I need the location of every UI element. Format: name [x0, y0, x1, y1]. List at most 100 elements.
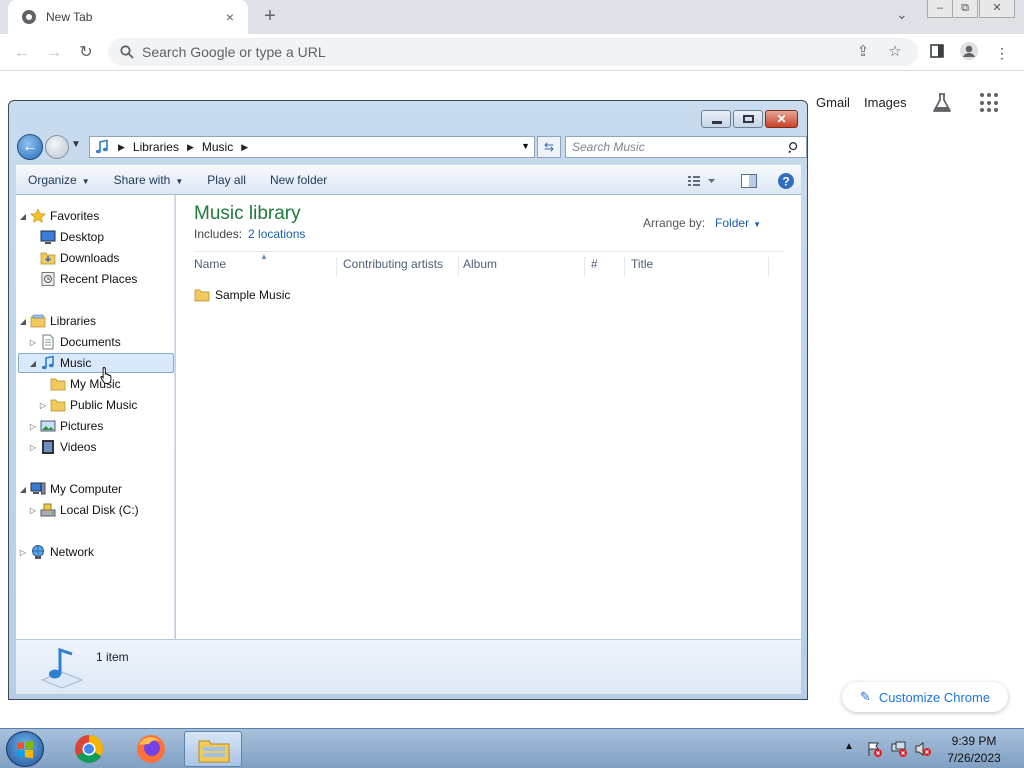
tree-item-pictures[interactable]: ▷ Pictures [28, 416, 103, 436]
new-tab-button[interactable]: + [260, 6, 280, 28]
column-header-title[interactable]: Title [631, 257, 769, 277]
tree-item-favorites[interactable]: ◢ Favorites [18, 206, 99, 226]
restore-button[interactable]: ⧉ [952, 0, 978, 18]
column-header-album[interactable]: Album [463, 257, 585, 277]
images-link[interactable]: Images [864, 95, 907, 110]
tree-label: Pictures [60, 419, 104, 433]
volume-muted-icon[interactable] [914, 740, 932, 758]
breadcrumb-arrow-icon[interactable]: ▶ [118, 142, 125, 153]
tree-item-my-computer[interactable]: ◢ My Computer [18, 479, 122, 499]
column-header-number[interactable]: # [591, 257, 625, 277]
recent-pages-dropdown-icon[interactable]: ▼ [71, 139, 81, 150]
taskbar-chrome[interactable] [60, 731, 118, 767]
network-status-icon[interactable] [890, 740, 908, 758]
tree-item-libraries[interactable]: ◢ Libraries [18, 311, 96, 331]
tree-item-public-music[interactable]: ▷ Public Music [38, 395, 137, 415]
preview-pane-icon[interactable] [740, 171, 758, 191]
arrange-by-value[interactable]: Folder [715, 216, 749, 230]
column-header-contributing-artists[interactable]: Contributing artists [343, 257, 459, 277]
tree-item-recent-places[interactable]: Recent Places [28, 269, 137, 289]
tree-item-desktop[interactable]: Desktop [28, 227, 104, 247]
tree-item-documents[interactable]: ▷ Documents [28, 332, 121, 352]
tree-label: Network [50, 545, 95, 559]
refresh-icon[interactable]: ⇆ [537, 136, 561, 158]
column-header-name[interactable]: Name [194, 257, 337, 277]
omnibox[interactable]: Search Google or type a URL ⇪ ☆ [108, 38, 918, 66]
labs-flask-icon[interactable] [931, 92, 953, 114]
address-dropdown-icon[interactable]: ▼ [521, 141, 530, 151]
tree-item-downloads[interactable]: Downloads [28, 248, 119, 268]
collapsed-arrow-icon[interactable]: ▷ [28, 443, 38, 452]
tab-close-icon[interactable]: × [222, 9, 238, 25]
expanded-arrow-icon[interactable]: ◢ [18, 485, 28, 494]
tree-label: Downloads [60, 251, 120, 265]
breadcrumb-music[interactable]: Music [202, 140, 233, 154]
explorer-window: ✕ ← ▼ ▶ Libraries ▶ Music ▶ ▼ ⇆ Search M… [8, 100, 808, 700]
help-icon[interactable]: ? [776, 171, 796, 191]
explorer-close-button[interactable]: ✕ [765, 110, 798, 128]
explorer-back-button[interactable]: ← [17, 134, 43, 160]
collapsed-arrow-icon[interactable]: ▷ [38, 401, 48, 410]
tree-item-videos[interactable]: ▷ Videos [28, 437, 96, 457]
collapsed-arrow-icon[interactable]: ▷ [28, 506, 38, 515]
google-apps-icon[interactable] [980, 93, 1000, 113]
chevron-down-icon[interactable]: ▼ [753, 220, 761, 229]
expanded-arrow-icon[interactable]: ◢ [28, 359, 38, 368]
header-divider [194, 251, 784, 252]
clock-date[interactable]: 7/26/2023 [942, 751, 1006, 765]
close-window-button[interactable]: ✕ [979, 0, 1015, 18]
breadcrumb-arrow-icon[interactable]: ▶ [187, 142, 194, 153]
folder-icon [194, 289, 210, 302]
tree-item-music[interactable]: ◢ Music [18, 353, 174, 373]
chrome-icon [75, 735, 103, 763]
breadcrumb-libraries[interactable]: Libraries [133, 140, 179, 154]
clock-time[interactable]: 9:39 PM [946, 734, 1002, 748]
explorer-maximize-button[interactable] [733, 110, 763, 128]
bookmark-star-icon[interactable]: ☆ [884, 41, 906, 63]
show-hidden-icons-icon[interactable]: ▲ [844, 741, 854, 752]
share-with-button[interactable]: Share with ▼ [102, 165, 196, 195]
tree-item-local-disk[interactable]: ▷ Local Disk (C:) [28, 500, 139, 520]
back-arrow-icon[interactable]: ← [10, 41, 34, 65]
libraries-icon [30, 314, 46, 328]
side-panel-icon[interactable] [925, 41, 949, 65]
item-count: 1 item [96, 650, 129, 664]
new-folder-button[interactable]: New folder [258, 165, 339, 195]
organize-button[interactable]: Organize ▼ [16, 165, 102, 195]
tree-label: Videos [60, 440, 97, 454]
tab-search-dropdown-icon[interactable]: ⌄ [896, 6, 908, 23]
breadcrumb-arrow-icon[interactable]: ▶ [241, 142, 248, 153]
share-icon[interactable]: ⇪ [852, 41, 874, 63]
explorer-folder-icon [198, 740, 230, 763]
collapsed-arrow-icon[interactable]: ▷ [28, 422, 38, 431]
list-item[interactable]: Sample Music [194, 285, 290, 305]
explorer-minimize-button[interactable] [701, 110, 731, 128]
chrome-menu-icon[interactable]: ⋮ [990, 41, 1014, 65]
view-options-icon[interactable] [686, 171, 716, 191]
expanded-arrow-icon[interactable]: ◢ [18, 212, 28, 221]
expanded-arrow-icon[interactable]: ◢ [18, 317, 28, 326]
play-all-button[interactable]: Play all [195, 165, 258, 195]
tree-label: Documents [60, 335, 121, 349]
address-bar[interactable]: ▶ Libraries ▶ Music ▶ ▼ [89, 136, 535, 158]
chrome-favicon-icon [22, 10, 36, 24]
collapsed-arrow-icon[interactable]: ▷ [18, 548, 28, 557]
tab-new-tab[interactable]: New Tab × [8, 0, 248, 34]
explorer-forward-button[interactable] [45, 135, 69, 159]
locations-link[interactable]: 2 locations [248, 227, 305, 241]
arrange-by: Arrange by: Folder ▼ [643, 216, 761, 230]
arrange-by-label: Arrange by: [643, 216, 706, 230]
profile-avatar-icon[interactable] [957, 41, 981, 65]
customize-chrome-button[interactable]: ✎ Customize Chrome [842, 682, 1008, 712]
start-button[interactable] [6, 731, 44, 767]
action-center-flag-icon[interactable] [866, 740, 884, 758]
minimize-button[interactable]: – [927, 0, 953, 18]
taskbar-explorer[interactable] [184, 731, 242, 767]
search-music-input[interactable]: Search Music [565, 136, 807, 158]
taskbar-firefox[interactable] [122, 731, 180, 767]
collapsed-arrow-icon[interactable]: ▷ [28, 338, 38, 347]
gmail-link[interactable]: Gmail [816, 95, 850, 110]
reload-icon[interactable]: ↻ [74, 41, 98, 65]
tree-item-network[interactable]: ▷ Network [18, 542, 94, 562]
forward-arrow-icon[interactable]: → [42, 41, 66, 65]
